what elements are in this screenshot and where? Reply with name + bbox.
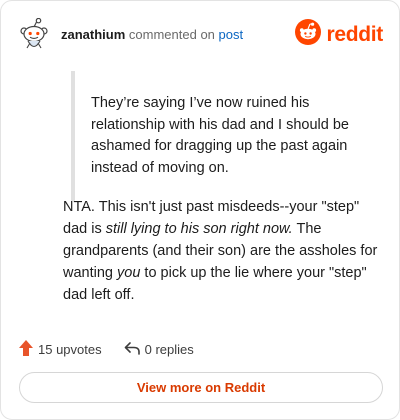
byline: zanathium commented on post: [61, 27, 243, 43]
reddit-wordmark: reddit: [326, 22, 383, 46]
reddit-brand[interactable]: reddit: [295, 19, 383, 50]
reply-arrow-icon: [124, 341, 140, 358]
quoted-text: They’re saying I’ve now ruined his relat…: [71, 71, 371, 201]
reply-count: 0 replies: [144, 341, 194, 357]
comment-header: zanathium commented on post reddit: [19, 17, 383, 53]
upvote-arrow-icon: [19, 339, 33, 359]
upvote-button[interactable]: 15 upvotes: [19, 339, 102, 359]
comment-actions: 15 upvotes 0 replies: [19, 339, 194, 359]
post-link[interactable]: post: [219, 27, 244, 42]
embedded-comment-card: zanathium commented on post reddit They’…: [0, 0, 400, 420]
comment-body: NTA. This isn't just past misdeeds--your…: [63, 196, 383, 306]
upvote-count: 15 upvotes: [38, 341, 102, 357]
username-link[interactable]: zanathium: [61, 27, 125, 42]
byline-verb: commented on: [128, 27, 215, 42]
quote-text: They’re saying I’ve now ruined his relat…: [91, 95, 349, 176]
reddit-logo-icon: [295, 19, 322, 50]
view-more-button[interactable]: View more on Reddit: [19, 372, 383, 403]
reply-button[interactable]: 0 replies: [124, 341, 194, 358]
comment-emphasis-1: still lying to his son right now.: [105, 221, 293, 237]
comment-emphasis-2: you: [117, 265, 141, 281]
snoo-avatar-icon[interactable]: [19, 17, 49, 52]
